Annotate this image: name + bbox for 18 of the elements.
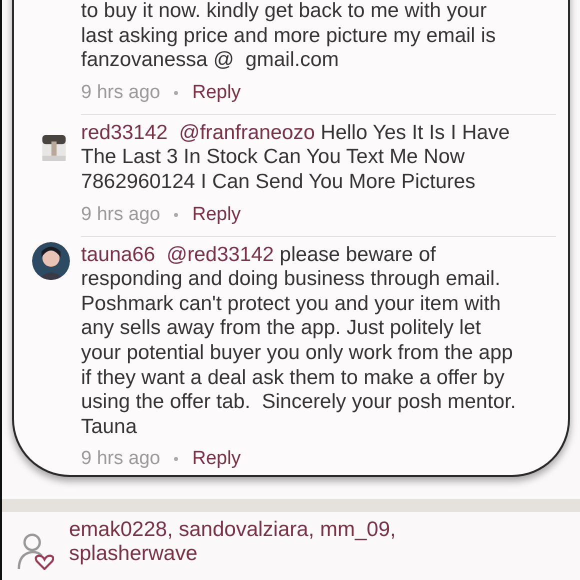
reply-link[interactable]: Reply bbox=[192, 82, 241, 104]
mention-link[interactable]: @red33142 bbox=[166, 242, 274, 266]
reply-link[interactable]: Reply bbox=[192, 204, 241, 226]
liked-by-users[interactable]: emak0228, sandovalziara, mm_09, splasherwave bbox=[69, 518, 396, 570]
username-link[interactable]: tauna66 bbox=[81, 242, 156, 266]
separator-dot bbox=[174, 90, 178, 95]
mention-link[interactable]: @franfraneozo bbox=[179, 120, 315, 144]
reply-link[interactable]: Reply bbox=[192, 448, 241, 470]
separator-dot bbox=[174, 457, 178, 462]
avatar[interactable] bbox=[32, 242, 70, 280]
username-link[interactable]: red33142 bbox=[81, 120, 168, 144]
comment-text: to buy it now. kindly get back to me with your last asking price and more picture my email is fanzovanessa @ gmail.com bbox=[81, 0, 497, 73]
timestamp: 9 hrs ago bbox=[81, 204, 160, 226]
comment-text: tauna66 @red33142 please beware of responding and doing business through email. Poshmark can't protect you and your item with any sells away from the app. Just politely let your potential buyer you only work from the app if they want a deal ask them to make a offer by using the offer tab. Sincerely your posh mentor. Tauna bbox=[81, 242, 517, 440]
timestamp: 9 hrs ago bbox=[81, 82, 160, 104]
timestamp: 9 hrs ago bbox=[81, 448, 160, 470]
comment-text: red33142 @franfraneozo Hello Yes It Is I Have The Last 3 In Stock Can You Text Me Now 7862960124 I Can Send You More Pictures bbox=[81, 120, 511, 195]
separator-dot bbox=[174, 212, 178, 217]
